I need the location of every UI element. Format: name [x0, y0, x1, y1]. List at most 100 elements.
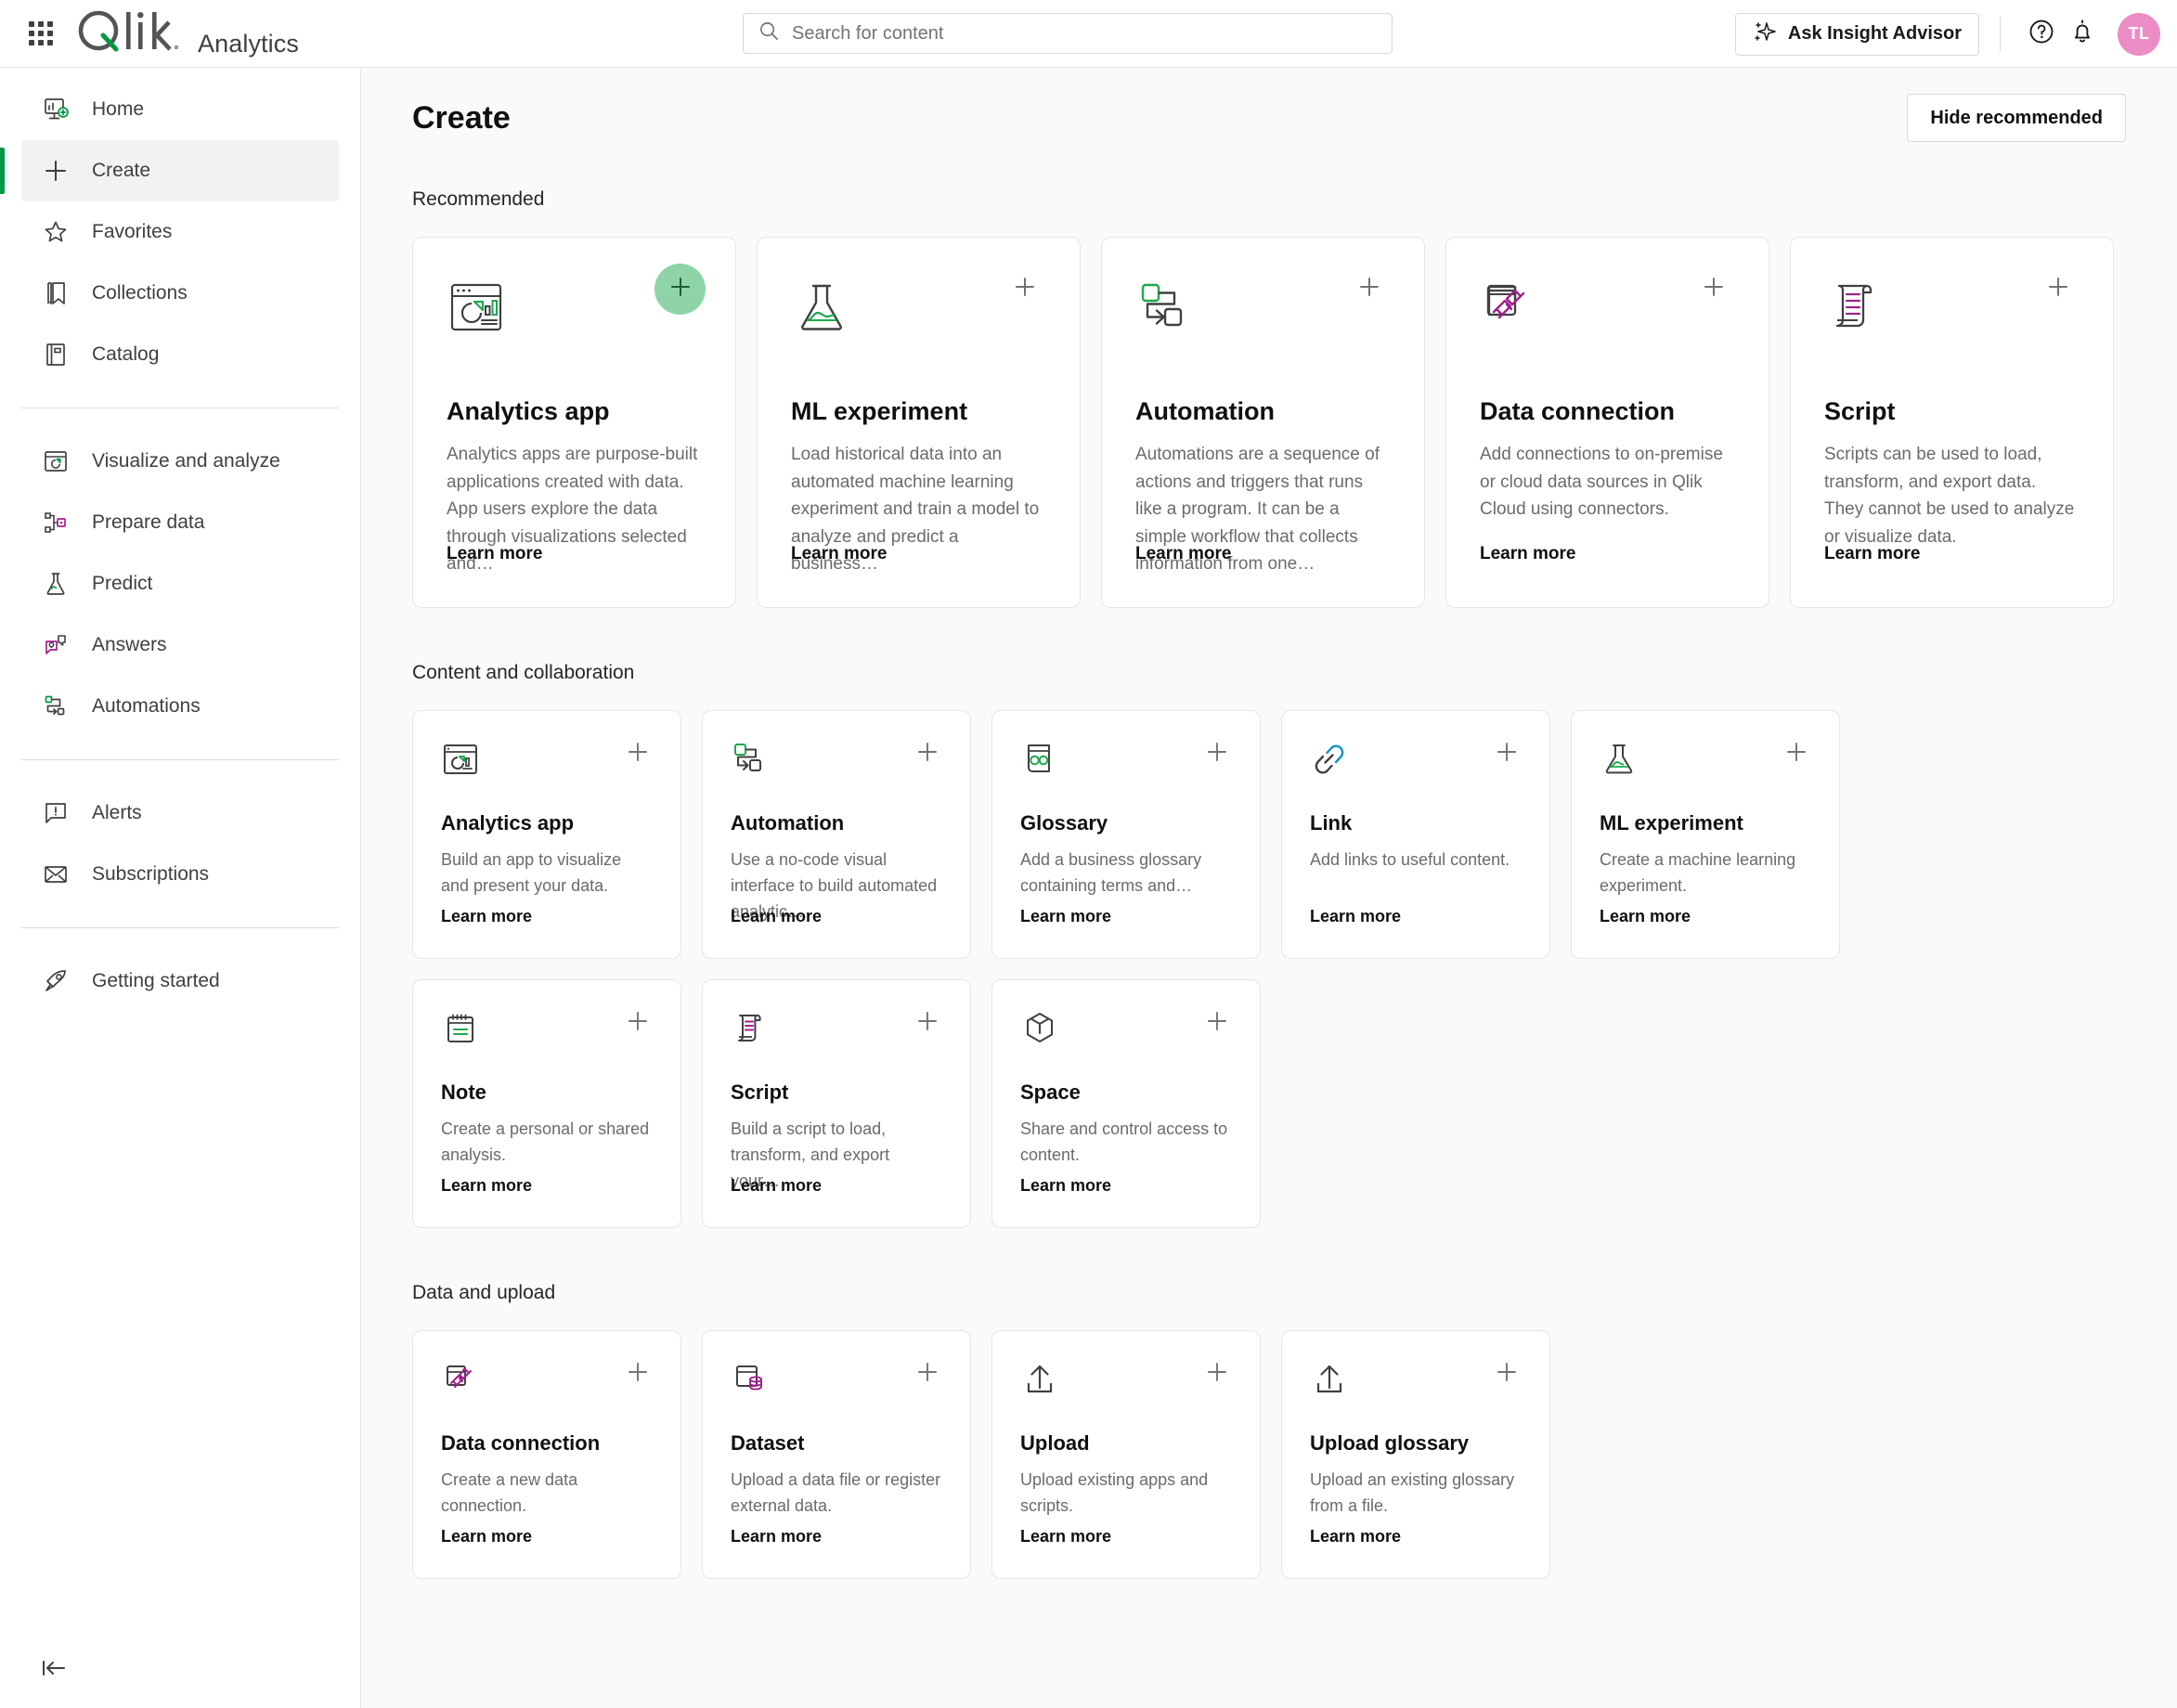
sidebar-item-prepare-data[interactable]: Prepare data	[21, 492, 339, 553]
collapse-sidebar-button[interactable]	[33, 1650, 74, 1691]
create-card-automation[interactable]: Automation Automations are a sequence of…	[1101, 237, 1425, 608]
product-name: Analytics	[198, 29, 299, 58]
sidebar-item-label: Favorites	[92, 221, 173, 242]
learn-more-link[interactable]: Learn more	[441, 907, 532, 926]
create-card-analytics-app-small[interactable]: Analytics app Build an app to visualize …	[412, 710, 681, 959]
learn-more-link[interactable]: Learn more	[1600, 907, 1691, 926]
sidebar-item-label: Subscriptions	[92, 863, 210, 885]
sidebar-item-label: Getting started	[92, 970, 220, 991]
card-title: Analytics app	[441, 811, 575, 835]
card-description: Upload a data file or register external …	[731, 1470, 941, 1515]
create-card-script[interactable]: Script Scripts can be used to load, tran…	[1790, 237, 2114, 608]
plus-icon	[1701, 274, 1727, 304]
sidebar-item-collections[interactable]: Collections	[21, 263, 339, 324]
create-card-analytics-app[interactable]: Analytics app Analytics apps are purpose…	[412, 237, 736, 608]
sidebar-item-getting-started[interactable]: Getting started	[21, 951, 339, 1012]
add-analytics-app-button[interactable]	[654, 264, 706, 315]
add-link-button[interactable]	[1484, 731, 1529, 776]
brand[interactable]: Analytics	[75, 9, 299, 58]
sidebar-item-predict[interactable]: Predict	[21, 553, 339, 615]
card-title: Script	[1824, 397, 1896, 425]
sidebar-item-create[interactable]: Create	[0, 140, 339, 201]
sidebar-item-home[interactable]: Home	[21, 79, 339, 140]
create-card-data-connection[interactable]: Data connection Add connections to on-pr…	[1445, 237, 1769, 608]
learn-more-link[interactable]: Learn more	[791, 544, 887, 564]
search-box[interactable]	[743, 13, 1393, 54]
ask-insight-advisor-button[interactable]: Ask Insight Advisor	[1734, 12, 1979, 56]
search-input[interactable]	[792, 22, 1377, 45]
learn-more-link[interactable]: Learn more	[1020, 1176, 1111, 1196]
sidebar-item-visualize-and-analyze[interactable]: Visualize and analyze	[21, 431, 339, 492]
create-card-link[interactable]: Link Add links to useful content. Learn …	[1281, 710, 1550, 959]
add-script-button[interactable]	[905, 1001, 950, 1045]
add-ml-experiment-button[interactable]	[1774, 731, 1819, 776]
card-title: Analytics app	[447, 397, 610, 425]
help-button[interactable]	[2021, 14, 2062, 55]
create-card-data-connection-small[interactable]: Data connection Create a new data connec…	[412, 1330, 681, 1579]
learn-more-link[interactable]: Learn more	[441, 1176, 532, 1196]
card-title: ML experiment	[1600, 811, 1743, 835]
learn-more-link[interactable]: Learn more	[1480, 544, 1575, 564]
create-card-dataset[interactable]: Dataset Upload a data file or register e…	[702, 1330, 971, 1579]
add-data-connection-button[interactable]	[616, 1352, 660, 1396]
page-title: Create	[412, 99, 511, 136]
learn-more-link[interactable]: Learn more	[441, 1527, 532, 1546]
learn-more-link[interactable]: Learn more	[731, 1176, 822, 1196]
create-card-script-small[interactable]: Script Build a script to load, transform…	[702, 979, 971, 1228]
app-launcher-grid-icon[interactable]	[19, 11, 63, 56]
plus-icon	[626, 740, 650, 769]
sidebar-item-catalog[interactable]: Catalog	[21, 324, 339, 385]
sidebar-item-answers[interactable]: Answers	[21, 615, 339, 676]
learn-more-link[interactable]: Learn more	[1310, 1527, 1401, 1546]
add-analytics-app-button[interactable]	[616, 731, 660, 776]
sidebar-item-alerts[interactable]: Alerts	[21, 783, 339, 844]
add-dataset-button[interactable]	[905, 1352, 950, 1396]
rocket-icon	[40, 965, 71, 997]
avatar[interactable]: TL	[2118, 12, 2160, 56]
create-card-ml-experiment-small[interactable]: ML experiment Create a machine learning …	[1571, 710, 1840, 959]
learn-more-link[interactable]: Learn more	[731, 907, 822, 926]
add-upload-glossary-button[interactable]	[1484, 1352, 1529, 1396]
add-space-button[interactable]	[1195, 1001, 1239, 1045]
create-card-upload[interactable]: Upload Upload existing apps and scripts.…	[991, 1330, 1261, 1579]
create-card-glossary[interactable]: Glossary Add a business glossary contain…	[991, 710, 1261, 959]
sidebar-item-favorites[interactable]: Favorites	[21, 201, 339, 263]
add-script-button[interactable]	[2032, 264, 2083, 315]
sidebar-group-help: Getting started	[0, 939, 360, 1023]
search-icon	[758, 20, 780, 46]
avatar-initials: TL	[2128, 24, 2150, 43]
flask-icon	[40, 568, 71, 600]
plus-icon	[915, 1360, 939, 1389]
add-upload-button[interactable]	[1195, 1352, 1239, 1396]
add-automation-button[interactable]	[1343, 264, 1394, 315]
add-automation-button[interactable]	[905, 731, 950, 776]
create-card-note[interactable]: Note Create a personal or shared analysi…	[412, 979, 681, 1228]
sidebar-item-automations[interactable]: Automations	[21, 676, 339, 737]
learn-more-link[interactable]: Learn more	[1020, 907, 1111, 926]
create-card-upload-glossary[interactable]: Upload glossary Upload an existing gloss…	[1281, 1330, 1550, 1579]
add-note-button[interactable]	[616, 1001, 660, 1045]
learn-more-link[interactable]: Learn more	[1824, 544, 1920, 564]
learn-more-link[interactable]: Learn more	[731, 1527, 822, 1546]
learn-more-link[interactable]: Learn more	[1135, 544, 1231, 564]
create-card-space[interactable]: Space Share and control access to conten…	[991, 979, 1261, 1228]
plus-icon	[1205, 1009, 1229, 1038]
card-title: Space	[1020, 1080, 1081, 1104]
card-description: Share and control access to content.	[1020, 1119, 1228, 1164]
add-data-connection-button[interactable]	[1688, 264, 1739, 315]
notifications-button[interactable]	[2062, 14, 2103, 55]
create-card-automation-small[interactable]: Automation Use a no-code visual interfac…	[702, 710, 971, 959]
learn-more-link[interactable]: Learn more	[447, 544, 542, 564]
plus-icon	[1356, 274, 1382, 304]
add-ml-experiment-button[interactable]	[999, 264, 1050, 315]
learn-more-link[interactable]: Learn more	[1020, 1527, 1111, 1546]
sidebar-item-subscriptions[interactable]: Subscriptions	[21, 844, 339, 905]
section-title-content-and-collaboration: Content and collaboration	[412, 662, 635, 683]
learn-more-link[interactable]: Learn more	[1310, 907, 1401, 926]
add-glossary-button[interactable]	[1195, 731, 1239, 776]
card-title: Data connection	[1480, 397, 1676, 425]
hide-recommended-button[interactable]: Hide recommended	[1907, 94, 2126, 142]
card-title: Upload glossary	[1310, 1431, 1470, 1455]
create-card-ml-experiment[interactable]: ML experiment Load historical data into …	[757, 237, 1081, 608]
sidebar-item-label: Automations	[92, 695, 201, 717]
